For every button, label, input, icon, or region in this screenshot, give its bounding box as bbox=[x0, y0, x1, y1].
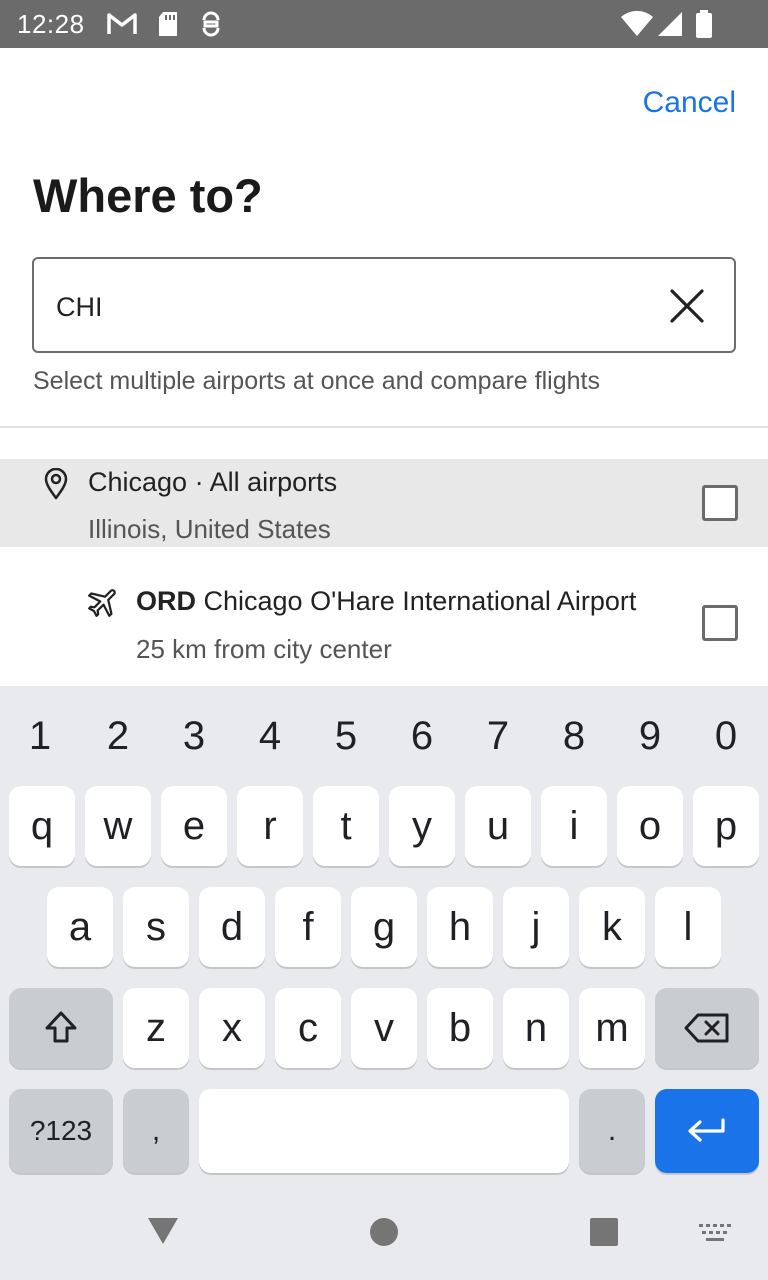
key-5[interactable]: 5 bbox=[308, 714, 384, 759]
home-circle-icon[interactable] bbox=[368, 1216, 400, 1248]
cancel-button[interactable]: Cancel bbox=[643, 86, 736, 120]
airport-name: Chicago O'Hare International Airport bbox=[203, 586, 637, 616]
key-n[interactable]: n bbox=[503, 988, 569, 1068]
key-b[interactable]: b bbox=[427, 988, 493, 1068]
comma-key[interactable]: , bbox=[123, 1089, 189, 1173]
key-h[interactable]: h bbox=[427, 887, 493, 967]
key-e[interactable]: e bbox=[161, 786, 227, 866]
back-triangle-icon[interactable] bbox=[146, 1216, 180, 1246]
shift-icon bbox=[45, 1011, 77, 1043]
gmail-icon bbox=[107, 13, 137, 34]
key-j[interactable]: j bbox=[503, 887, 569, 967]
recents-square-icon[interactable] bbox=[588, 1216, 620, 1248]
key-g[interactable]: g bbox=[351, 887, 417, 967]
enter-icon bbox=[688, 1118, 725, 1142]
space-key[interactable] bbox=[199, 1089, 569, 1173]
key-i[interactable]: i bbox=[541, 786, 607, 866]
signal-icon bbox=[658, 12, 682, 36]
key-z[interactable]: z bbox=[123, 988, 189, 1068]
key-p[interactable]: p bbox=[693, 786, 759, 866]
divider bbox=[0, 426, 768, 428]
key-7[interactable]: 7 bbox=[460, 714, 536, 759]
status-bar: 12:28 bbox=[0, 0, 768, 48]
location-pin-icon bbox=[44, 468, 68, 500]
battery-icon bbox=[696, 10, 712, 38]
number-row: 1 2 3 4 5 6 7 8 9 0 bbox=[0, 706, 768, 766]
key-c[interactable]: c bbox=[275, 988, 341, 1068]
backspace-icon bbox=[684, 1013, 729, 1043]
result-detail: 25 km from city center bbox=[136, 634, 392, 664]
key-f[interactable]: f bbox=[275, 887, 341, 967]
backspace-key[interactable] bbox=[655, 988, 759, 1068]
key-a[interactable]: a bbox=[47, 887, 113, 967]
key-2[interactable]: 2 bbox=[80, 714, 156, 759]
status-time: 12:28 bbox=[17, 9, 85, 39]
key-8[interactable]: 8 bbox=[536, 714, 612, 759]
enter-key[interactable] bbox=[655, 1089, 759, 1173]
clear-icon[interactable] bbox=[668, 287, 706, 325]
airplane-icon bbox=[88, 589, 116, 617]
key-9[interactable]: 9 bbox=[612, 714, 688, 759]
key-l[interactable]: l bbox=[655, 887, 721, 967]
key-1[interactable]: 1 bbox=[2, 714, 78, 759]
shift-key[interactable] bbox=[9, 988, 113, 1068]
key-s[interactable]: s bbox=[123, 887, 189, 967]
key-x[interactable]: x bbox=[199, 988, 265, 1068]
search-input[interactable] bbox=[56, 287, 656, 327]
key-v[interactable]: v bbox=[351, 988, 417, 1068]
wifi-icon bbox=[621, 10, 653, 36]
key-0[interactable]: 0 bbox=[688, 714, 764, 759]
result-detail: Illinois, United States bbox=[88, 514, 331, 544]
result-row[interactable]: Chicago · All airports Illinois, United … bbox=[0, 459, 768, 547]
airport-code: ORD bbox=[136, 586, 196, 616]
key-3[interactable]: 3 bbox=[156, 714, 232, 759]
key-w[interactable]: w bbox=[85, 786, 151, 866]
period-key[interactable]: . bbox=[579, 1089, 645, 1173]
symbols-key[interactable]: ?123 bbox=[9, 1089, 113, 1173]
key-4[interactable]: 4 bbox=[232, 714, 308, 759]
search-field[interactable] bbox=[32, 257, 736, 353]
vpn-key-icon bbox=[202, 11, 220, 37]
key-t[interactable]: t bbox=[313, 786, 379, 866]
key-d[interactable]: d bbox=[199, 887, 265, 967]
keyboard-switch-icon[interactable] bbox=[698, 1222, 732, 1244]
key-o[interactable]: o bbox=[617, 786, 683, 866]
key-k[interactable]: k bbox=[579, 887, 645, 967]
key-6[interactable]: 6 bbox=[384, 714, 460, 759]
navigation-bar bbox=[0, 1188, 768, 1280]
select-checkbox[interactable] bbox=[702, 605, 738, 641]
key-r[interactable]: r bbox=[237, 786, 303, 866]
result-name: Chicago · All airports bbox=[88, 467, 338, 497]
select-checkbox[interactable] bbox=[702, 485, 738, 521]
key-m[interactable]: m bbox=[579, 988, 645, 1068]
page-title: Where to? bbox=[33, 169, 263, 222]
key-q[interactable]: q bbox=[9, 786, 75, 866]
key-y[interactable]: y bbox=[389, 786, 455, 866]
result-row[interactable]: ORD Chicago O'Hare International Airport… bbox=[0, 574, 768, 686]
sd-card-icon bbox=[159, 12, 177, 36]
search-hint: Select multiple airports at once and com… bbox=[33, 367, 600, 395]
key-u[interactable]: u bbox=[465, 786, 531, 866]
